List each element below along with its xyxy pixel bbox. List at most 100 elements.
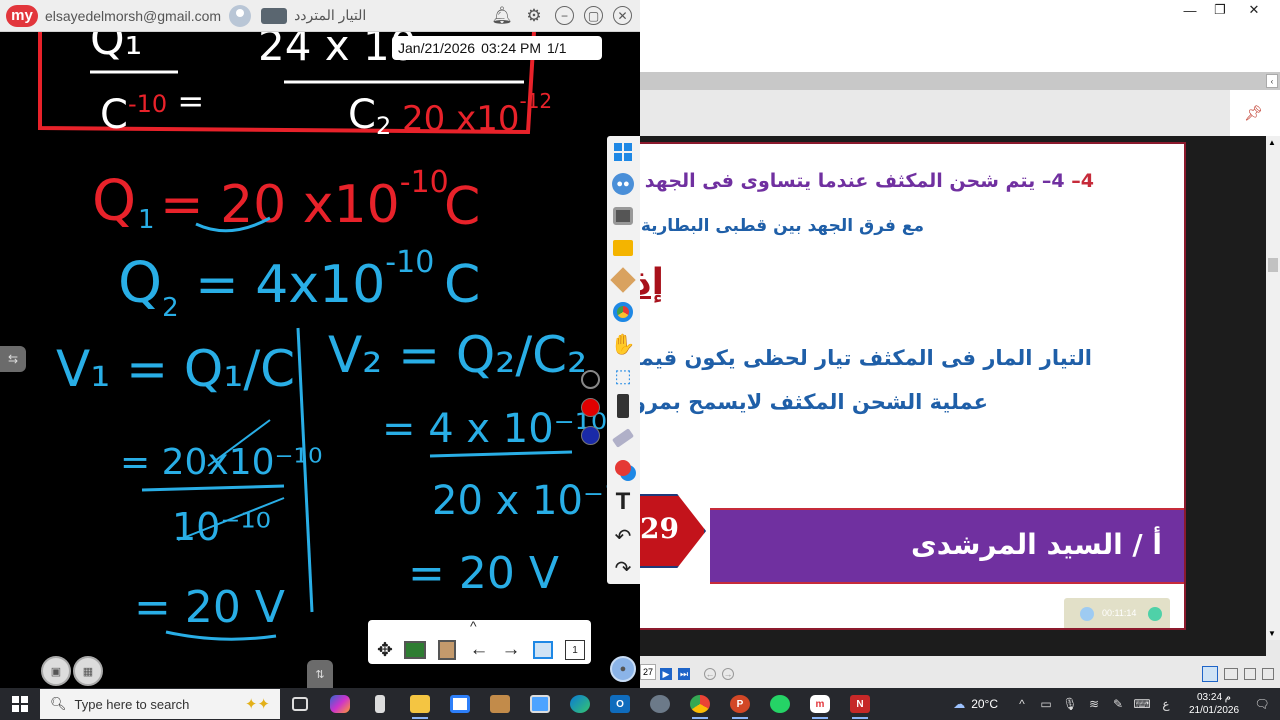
ink-canvas[interactable]: Q₁ C-10 = 24 x 10 C2 20 x10-12 Q 1 = 20 … bbox=[0, 32, 640, 688]
chrome-icon[interactable] bbox=[680, 688, 720, 720]
language-indicator[interactable]: ع bbox=[1154, 697, 1178, 711]
redo-icon[interactable]: ↷ bbox=[611, 556, 635, 580]
meet-icon[interactable]: ▭ bbox=[1034, 697, 1058, 711]
color-red-dot[interactable] bbox=[581, 398, 600, 417]
maximize-icon[interactable]: ▢ bbox=[584, 6, 603, 25]
folder-icon[interactable] bbox=[611, 236, 635, 260]
gear-icon[interactable]: ⚙ bbox=[523, 5, 545, 27]
add-page-icon[interactable] bbox=[530, 638, 556, 662]
box-icon[interactable] bbox=[610, 267, 636, 293]
bottom-drawer-handle[interactable]: ⇅ bbox=[307, 660, 333, 688]
image-icon[interactable]: ▣ bbox=[41, 656, 71, 686]
forward-circle-icon[interactable]: → bbox=[722, 668, 734, 680]
minimize-icon[interactable]: − bbox=[555, 6, 574, 25]
eraser-icon[interactable] bbox=[611, 426, 635, 450]
whiteboard-titlebar: my elsayedelmorsh@gmail.com التيار المتر… bbox=[0, 0, 640, 32]
next-icon[interactable]: ⏭ bbox=[678, 668, 690, 680]
viewer-titlebar: — ❐ ✕ bbox=[640, 0, 1280, 72]
start-button[interactable] bbox=[0, 688, 40, 720]
reading-view-icon[interactable] bbox=[1262, 668, 1274, 680]
move-icon[interactable]: ✥ bbox=[372, 638, 398, 662]
slide-paragraph-1: التيار المار فى المكثف تيار لحظى يكون قي… bbox=[640, 346, 1092, 370]
usb-icon[interactable] bbox=[360, 688, 400, 720]
store-icon[interactable] bbox=[440, 688, 480, 720]
chevron-up-icon[interactable]: ^ bbox=[1010, 697, 1034, 711]
file-explorer-icon[interactable] bbox=[400, 688, 440, 720]
ink-q1-letter: Q bbox=[92, 169, 136, 234]
whiteboard-taskbar-icon[interactable]: m bbox=[800, 688, 840, 720]
weather-icon[interactable]: ☁ bbox=[947, 697, 971, 711]
page-box[interactable]: 27 bbox=[640, 664, 656, 680]
play-icon[interactable]: ▶ bbox=[660, 668, 672, 680]
outline-view-icon[interactable] bbox=[1224, 668, 1238, 680]
account-email[interactable]: elsayedelmorsh@gmail.com bbox=[45, 8, 221, 24]
select-icon[interactable]: ⬚ bbox=[611, 364, 635, 388]
taskbar-search[interactable]: 🔍︎ Type here to search ✦✦ bbox=[40, 689, 280, 719]
camera-icon[interactable] bbox=[611, 204, 635, 228]
back-circle-icon[interactable]: ← bbox=[704, 668, 716, 680]
drive-label[interactable]: التيار المتردد bbox=[294, 7, 366, 24]
collapse-ribbon-icon[interactable]: ‹ bbox=[1266, 74, 1278, 88]
browser-icon[interactable] bbox=[611, 300, 635, 324]
ink-q1-sub: 1 bbox=[138, 205, 155, 235]
user-circle-icon[interactable]: ● bbox=[610, 656, 636, 682]
arrow-right-icon[interactable]: → bbox=[498, 638, 524, 662]
stop-icon[interactable] bbox=[1148, 607, 1162, 621]
vertical-scrollbar[interactable]: ▲ ▼ bbox=[1266, 136, 1280, 640]
keyboard-icon[interactable]: ⌨ bbox=[1130, 697, 1154, 711]
monitor-icon[interactable] bbox=[520, 688, 560, 720]
close-icon[interactable]: ✕ bbox=[613, 6, 632, 25]
minimize-icon[interactable]: — bbox=[1180, 2, 1200, 18]
copilot-icon[interactable] bbox=[320, 688, 360, 720]
bell-icon[interactable]: 🔔︎ bbox=[491, 5, 513, 27]
pen-icon[interactable]: ✎ bbox=[1106, 697, 1130, 711]
sorter-view-icon[interactable] bbox=[1244, 668, 1256, 680]
notifications-icon[interactable]: 🗨︎ bbox=[1250, 697, 1274, 711]
clock[interactable]: 03:24 م 21/01/2026 bbox=[1178, 691, 1250, 717]
recorder-time: 00:11:14 bbox=[1102, 608, 1137, 618]
task-view-icon[interactable] bbox=[280, 688, 320, 720]
edge-icon[interactable] bbox=[560, 688, 600, 720]
avatar[interactable] bbox=[229, 4, 252, 27]
ink-v1-denominator: 10⁻¹⁰ bbox=[172, 505, 271, 549]
page-number-icon[interactable]: 1 bbox=[562, 638, 588, 662]
shapes-icon[interactable] bbox=[611, 456, 635, 480]
marker-icon[interactable] bbox=[611, 394, 635, 418]
whatsapp-icon[interactable] bbox=[760, 688, 800, 720]
tool-icon[interactable] bbox=[640, 688, 680, 720]
outlook-icon[interactable]: O bbox=[600, 688, 640, 720]
pin-icon[interactable]: 📌︎ bbox=[1244, 104, 1263, 122]
board-icon[interactable] bbox=[402, 638, 428, 662]
wifi-icon[interactable]: ≋ bbox=[1082, 697, 1106, 711]
color-blue-dot[interactable] bbox=[581, 426, 600, 445]
arrow-left-icon[interactable]: ← bbox=[466, 638, 492, 662]
normal-view-icon[interactable] bbox=[1202, 666, 1218, 682]
side-drawer-handle[interactable]: ⇆ bbox=[0, 346, 26, 372]
image-editor-icon[interactable] bbox=[480, 688, 520, 720]
scroll-thumb[interactable] bbox=[1268, 258, 1278, 272]
text-tool-icon[interactable]: T bbox=[611, 488, 635, 515]
clipboard-icon[interactable] bbox=[434, 638, 460, 662]
page-toolbar: ^ ✥ ← → 1 bbox=[368, 618, 591, 664]
weather-temp[interactable]: 20°C bbox=[971, 697, 998, 711]
scroll-down-icon[interactable]: ▼ bbox=[1268, 629, 1276, 638]
restore-icon[interactable]: ❐ bbox=[1210, 2, 1230, 18]
close-icon[interactable]: ✕ bbox=[1244, 2, 1264, 18]
hand-icon[interactable]: ✋ bbox=[611, 332, 636, 356]
recorder-widget: 00:11:14 bbox=[1064, 598, 1170, 628]
slide-line-4-text: 4– يتم شحن المكثف عندما يتساوى فى الجهد … bbox=[640, 170, 1065, 192]
notes-app-icon[interactable]: N bbox=[840, 688, 880, 720]
scroll-up-icon[interactable]: ▲ bbox=[1268, 138, 1276, 147]
chevron-up-icon[interactable]: ^ bbox=[470, 618, 477, 634]
color-black-dot[interactable] bbox=[581, 370, 600, 389]
gallery-icon[interactable]: ▦ bbox=[73, 656, 103, 686]
windows-icon[interactable] bbox=[611, 140, 635, 164]
drive-icon[interactable] bbox=[261, 7, 288, 24]
pause-icon[interactable] bbox=[1080, 607, 1094, 621]
slide-line-4b: مع فرق الجهد بين قطبى البطارية و bbox=[640, 216, 924, 236]
copilot-sparkle-icon[interactable]: ✦✦ bbox=[245, 695, 270, 713]
people-icon[interactable]: ●● bbox=[611, 172, 635, 196]
powerpoint-icon[interactable]: P bbox=[720, 688, 760, 720]
microphone-icon[interactable]: 🎙︎ bbox=[1058, 697, 1082, 711]
undo-icon[interactable]: ↶ bbox=[611, 524, 635, 548]
